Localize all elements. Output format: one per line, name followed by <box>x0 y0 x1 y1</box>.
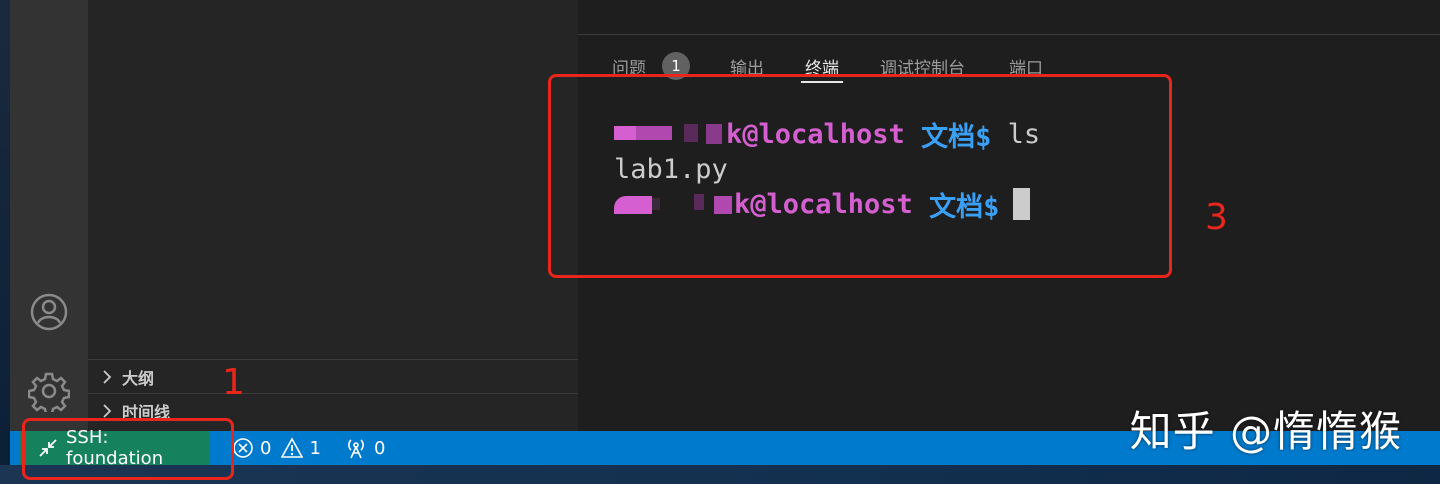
error-icon <box>233 438 253 458</box>
warning-icon <box>281 437 304 458</box>
annotation-box-3 <box>548 74 1172 278</box>
sidebar-section-label: 大纲 <box>122 369 155 388</box>
ports-count: 0 <box>374 437 386 459</box>
activity-bar <box>10 0 88 431</box>
sidebar: 大纲 时间线 <box>88 0 578 431</box>
ports-status[interactable]: 0 <box>344 431 385 465</box>
chevron-right-icon <box>102 370 114 384</box>
annotation-number-1: 1 <box>222 362 245 403</box>
problems-status[interactable]: 0 1 <box>232 431 321 465</box>
watermark: 知乎 @惰惰猴 <box>1129 407 1402 456</box>
error-count: 0 <box>260 437 272 459</box>
broadcast-icon <box>348 439 364 459</box>
annotation-box-1 <box>22 418 234 480</box>
gear-icon[interactable] <box>27 369 71 413</box>
warning-count: 1 <box>309 437 321 459</box>
chevron-right-icon <box>102 404 114 418</box>
account-icon[interactable] <box>27 290 71 334</box>
sidebar-section-outline[interactable]: 大纲 <box>88 359 578 394</box>
annotation-number-3: 3 <box>1205 197 1228 238</box>
